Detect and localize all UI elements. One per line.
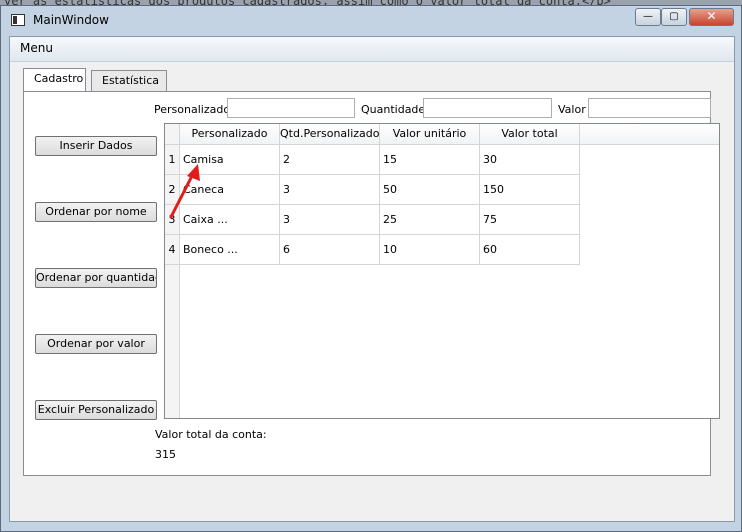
table-cell[interactable]: 3 xyxy=(280,205,380,235)
table-cell[interactable]: 10 xyxy=(380,235,480,265)
excluir-personalizado-button[interactable]: Excluir Personalizado xyxy=(35,400,157,420)
app-window-icon xyxy=(11,14,25,26)
main-window: MainWindow — ▢ ✕ Menu Cadastro Estatísti… xyxy=(0,5,742,532)
tab-estatistica[interactable]: Estatística xyxy=(91,70,167,91)
header-filler xyxy=(580,124,719,145)
ordenar-por-valor-button[interactable]: Ordenar por valor xyxy=(35,334,157,354)
total-label: Valor total da conta: xyxy=(155,428,267,441)
table-corner[interactable] xyxy=(165,124,180,145)
valor-label: Valor xyxy=(558,103,586,116)
table-cell[interactable]: 25 xyxy=(380,205,480,235)
column-header-valor-total[interactable]: Valor total xyxy=(480,124,580,145)
close-button[interactable]: ✕ xyxy=(689,8,734,26)
products-table[interactable]: Personalizado Qtd.Personalizado Valor un… xyxy=(164,123,720,419)
table-cell[interactable]: 60 xyxy=(480,235,580,265)
minimize-button[interactable]: — xyxy=(635,8,661,26)
table-cell[interactable]: 2 xyxy=(280,145,380,175)
row-header[interactable]: 4 xyxy=(165,235,180,265)
ordenar-por-nome-button[interactable]: Ordenar por nome xyxy=(35,202,157,222)
column-header-valor-unitario[interactable]: Valor unitário xyxy=(380,124,480,145)
title-bar[interactable]: MainWindow — ▢ ✕ xyxy=(1,6,741,34)
client-area: Menu Cadastro Estatística Personalizado … xyxy=(9,36,735,522)
maximize-button[interactable]: ▢ xyxy=(661,8,687,26)
table-cell[interactable]: 3 xyxy=(280,175,380,205)
table-cell[interactable]: 50 xyxy=(380,175,480,205)
menu-item-menu[interactable]: Menu xyxy=(20,41,53,55)
column-header-personalizado[interactable]: Personalizado xyxy=(180,124,280,145)
table-cell[interactable]: 30 xyxy=(480,145,580,175)
table-cell[interactable]: 75 xyxy=(480,205,580,235)
table-cell[interactable]: 6 xyxy=(280,235,380,265)
ordenar-por-quantidade-button[interactable]: Ordenar por quantidade xyxy=(35,268,157,288)
valor-input[interactable] xyxy=(588,98,711,118)
inserir-dados-button[interactable]: Inserir Dados xyxy=(35,136,157,156)
quantidade-input[interactable] xyxy=(423,98,552,118)
table-cell[interactable]: Boneco ... xyxy=(180,235,280,265)
column-header-qtd[interactable]: Qtd.Personalizado xyxy=(280,124,380,145)
tab-cadastro[interactable]: Cadastro xyxy=(23,68,86,91)
tab-panel-cadastro: Personalizado Quantidade Valor Inserir D… xyxy=(23,91,720,476)
table-cell[interactable]: 150 xyxy=(480,175,580,205)
table-cell[interactable]: 15 xyxy=(380,145,480,175)
window-title: MainWindow xyxy=(33,13,109,27)
row-header-filler xyxy=(165,265,180,418)
red-arrow-annotation xyxy=(169,164,200,219)
quantidade-label: Quantidade xyxy=(361,103,426,116)
personalizado-input[interactable] xyxy=(227,98,355,118)
personalizado-label: Personalizado xyxy=(154,103,231,116)
menu-bar: Menu xyxy=(10,37,734,62)
total-value: 315 xyxy=(155,448,176,461)
